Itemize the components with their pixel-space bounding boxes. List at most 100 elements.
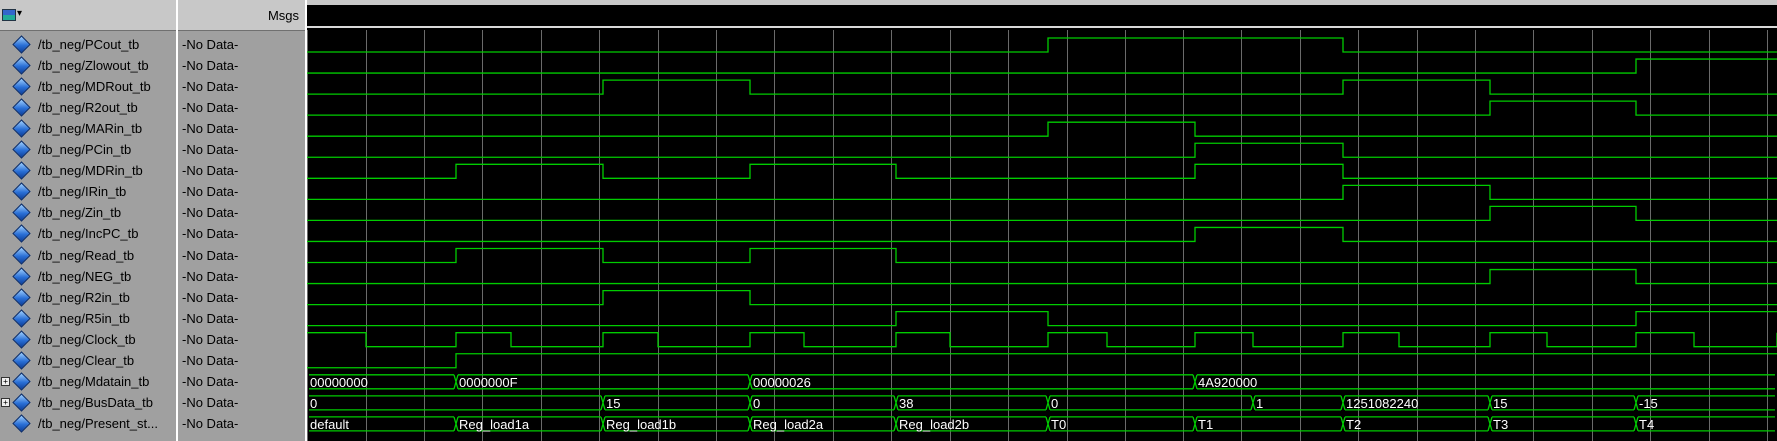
signal-row[interactable]: /tb_neg/PCin_tb	[0, 140, 176, 161]
bus-value-label: 38	[899, 396, 913, 411]
bus-value-label: T0	[1051, 417, 1066, 432]
signal-diamond-icon	[12, 140, 31, 159]
bus-value-label: Reg_load1b	[606, 417, 676, 432]
signal-name: /tb_neg/IRin_tb	[38, 184, 127, 200]
expand-icon[interactable]: +	[1, 397, 10, 407]
signal-row[interactable]: /tb_neg/R5in_tb	[0, 308, 176, 330]
signal-value: -No Data-	[182, 121, 239, 137]
bus-value-label: T2	[1346, 417, 1361, 432]
bus-value-label: T1	[1198, 417, 1213, 432]
bus-value-label: 15	[606, 396, 620, 411]
signal-name: /tb_neg/Mdatain_tb	[38, 373, 150, 389]
signal-row[interactable]: /tb_neg/NEG_tb	[0, 266, 176, 288]
values-header: Msgs	[178, 0, 305, 31]
signal-row[interactable]: /tb_neg/Read_tb	[0, 245, 176, 267]
signal-name: /tb_neg/Zin_tb	[38, 205, 122, 221]
signal-value: -No Data-	[182, 331, 239, 347]
signal-row[interactable]: /tb_neg/R2out_tb	[0, 98, 176, 119]
signal-waveform	[307, 142, 1777, 158]
signal-name: /tb_neg/MARin_tb	[38, 121, 143, 137]
signal-name: /tb_neg/R5in_tb	[38, 310, 130, 326]
signal-value: -No Data-	[182, 205, 239, 221]
signal-waveform	[307, 163, 1777, 179]
bus-value-label: Reg_load2a	[753, 417, 824, 432]
signal-waveform	[307, 332, 1777, 348]
signal-row[interactable]: /tb_neg/Clear_tb	[0, 351, 176, 372]
bus-value-label: Reg_load2b	[899, 417, 969, 432]
signal-diamond-icon	[12, 203, 31, 223]
signal-waveform	[307, 353, 1777, 369]
bus-value-label: default	[310, 417, 349, 432]
waveform-canvas[interactable]: 00000000 0000000F 00000026 4A920000 0 15 0 38 0 1…	[307, 0, 1777, 441]
signal-waveform	[307, 121, 1777, 137]
wave-tool-icon[interactable]	[2, 9, 16, 21]
signal-diamond-icon	[12, 161, 31, 180]
signal-name: /tb_neg/PCout_tb	[38, 37, 140, 52]
signal-name: /tb_neg/NEG_tb	[38, 268, 132, 284]
signal-name: /tb_neg/Present_st...	[38, 415, 158, 431]
bus-value-label: 0	[753, 396, 760, 411]
signal-waveform	[307, 37, 1777, 53]
signal-waveform	[307, 100, 1777, 116]
signal-row[interactable]: /tb_neg/Present_st...	[0, 414, 176, 435]
signal-diamond-icon	[12, 351, 31, 370]
signal-name: /tb_neg/R2in_tb	[38, 289, 130, 305]
signal-row[interactable]: /tb_neg/MARin_tb	[0, 119, 176, 140]
signal-diamond-icon	[12, 119, 31, 138]
signal-diamond-icon	[12, 308, 31, 328]
signal-value: -No Data-	[182, 268, 239, 284]
signal-value: -No Data-	[182, 37, 239, 52]
signal-value: -No Data-	[182, 79, 239, 95]
signal-row[interactable]: /tb_neg/MDRout_tb	[0, 77, 176, 98]
signal-diamond-icon	[12, 393, 31, 412]
signal-value: -No Data-	[182, 58, 239, 74]
signal-value: -No Data-	[182, 352, 239, 368]
signal-row[interactable]: /tb_neg/PCout_tb	[0, 35, 176, 56]
bus-value-label: 0	[1051, 396, 1058, 411]
signal-diamond-icon	[12, 56, 31, 75]
signal-row[interactable]: + /tb_neg/Mdatain_tb	[0, 372, 176, 393]
signal-name: /tb_neg/MDRin_tb	[38, 163, 143, 179]
expand-icon[interactable]: +	[1, 376, 10, 386]
bus-value-label: 0000000F	[459, 375, 518, 390]
signal-row[interactable]: /tb_neg/R2in_tb	[0, 287, 176, 309]
signal-name: /tb_neg/R2out_tb	[38, 100, 138, 116]
signal-diamond-icon	[12, 182, 31, 202]
signal-name: /tb_neg/IncPC_tb	[38, 226, 139, 242]
bus-value-label: 00000000	[310, 375, 368, 390]
signal-row[interactable]: /tb_neg/IRin_tb	[0, 182, 176, 203]
signal-row[interactable]: /tb_neg/IncPC_tb	[0, 224, 176, 245]
bus-waveform	[309, 395, 1775, 411]
signal-value: -No Data-	[182, 226, 239, 242]
signal-value: -No Data-	[182, 310, 239, 326]
signal-row[interactable]: /tb_neg/Zin_tb	[0, 203, 176, 224]
signal-diamond-icon	[12, 414, 31, 433]
bus-value-label: 15	[1493, 396, 1507, 411]
signal-row[interactable]: /tb_neg/Clock_tb	[0, 329, 176, 351]
signal-row[interactable]: /tb_neg/MDRin_tb	[0, 161, 176, 182]
bus-value-label: 1	[1256, 396, 1263, 411]
signal-value: -No Data-	[182, 142, 239, 158]
signal-row[interactable]: /tb_neg/Zlowout_tb	[0, 56, 176, 77]
signal-waveform	[307, 205, 1777, 222]
signal-diamond-icon	[12, 77, 31, 96]
msgs-column-title: Msgs	[267, 8, 299, 23]
signal-waveform	[307, 58, 1777, 74]
signal-diamond-icon	[12, 98, 31, 117]
signal-value: -No Data-	[182, 373, 239, 389]
pane-splitter-names[interactable]	[176, 0, 178, 441]
chevron-down-icon[interactable]: ▾	[17, 8, 22, 19]
bus-waveform	[309, 374, 1775, 390]
signal-value: -No Data-	[182, 247, 239, 263]
signal-diamond-icon	[12, 329, 31, 349]
signal-name: /tb_neg/Clock_tb	[38, 331, 136, 347]
bus-value-label: T4	[1639, 417, 1654, 432]
signal-diamond-icon	[12, 35, 31, 54]
bus-value-label: -15	[1639, 396, 1658, 411]
signal-waveform	[307, 289, 1777, 306]
signal-row[interactable]: + /tb_neg/BusData_tb	[0, 393, 176, 414]
signal-value: -No Data-	[182, 184, 239, 200]
signal-diamond-icon	[12, 245, 31, 265]
bus-value-label: 00000026	[753, 375, 811, 390]
bus-value-label: Reg_load1a	[459, 417, 530, 432]
